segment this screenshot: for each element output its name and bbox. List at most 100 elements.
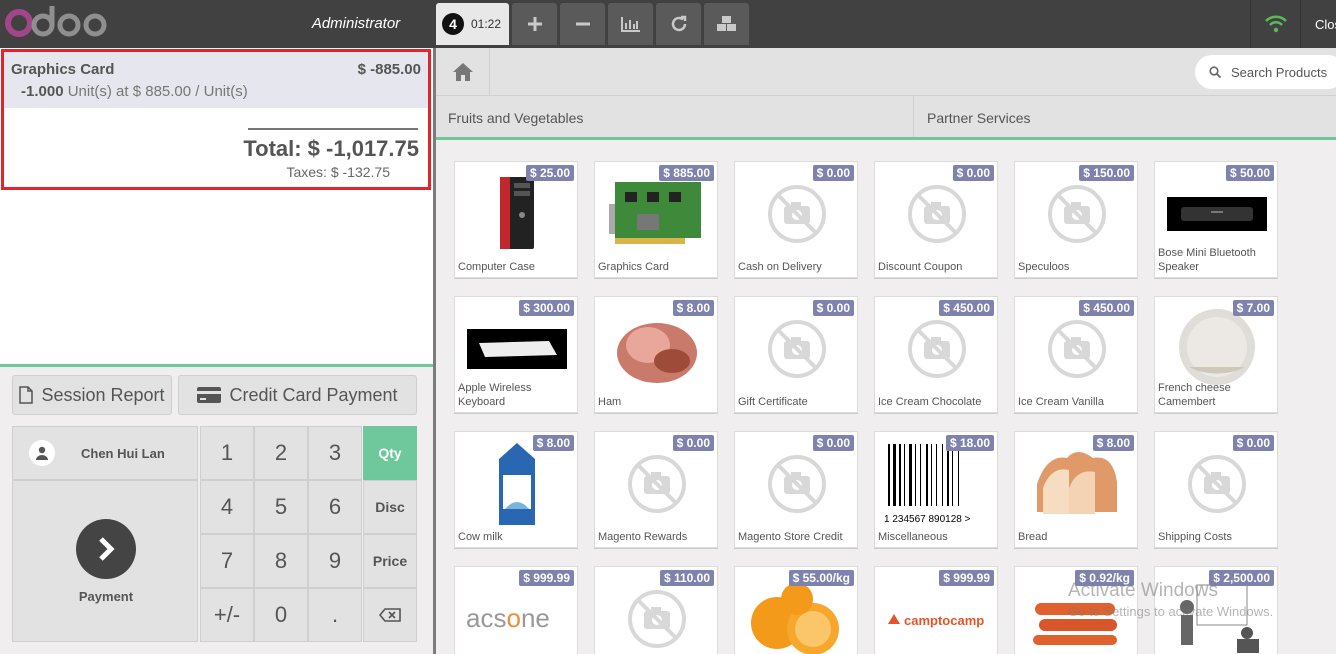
product-price: $ 150.00: [1079, 165, 1134, 181]
product-card[interactable]: $ 0.00 Magento Rewards: [594, 431, 718, 548]
connection-status[interactable]: [1250, 0, 1300, 48]
key-5[interactable]: 5: [254, 480, 308, 534]
product-card[interactable]: $ 885.00 Graphics Card: [594, 161, 718, 278]
mode-qty-button[interactable]: Qty: [363, 426, 417, 480]
customer-button[interactable]: Chen Hui Lan: [12, 426, 198, 480]
order-time: 01:22: [471, 17, 502, 31]
backspace-button[interactable]: [363, 588, 417, 642]
key-1[interactable]: 1: [200, 426, 254, 480]
product-name: Ham: [598, 396, 622, 408]
order-line-qty: -1.000: [21, 83, 64, 100]
product-card[interactable]: camptocamp $ 999.99: [874, 566, 998, 654]
product-card[interactable]: $ 300.00 Apple Wireless Keyboard: [454, 296, 578, 413]
product-name: Computer Case: [458, 261, 536, 273]
product-card[interactable]: $ 8.00 Cow milk: [454, 431, 578, 548]
new-order-button[interactable]: [512, 3, 557, 45]
product-image: [735, 577, 857, 654]
product-price: $ 55.00/kg: [788, 570, 854, 586]
key-6[interactable]: 6: [308, 480, 362, 534]
product-price: $ 999.99: [519, 570, 574, 586]
category-bar: Fruits and Vegetables Partner Services: [436, 96, 1336, 140]
product-card[interactable]: $ 50.00 Bose Mini Bluetooth Speaker: [1154, 161, 1278, 278]
product-name: Bread: [1018, 531, 1048, 543]
mode-disc-button[interactable]: Disc: [363, 480, 417, 534]
product-name: Magento Store Credit: [738, 531, 843, 543]
no-image-icon: [875, 307, 997, 391]
order-tab[interactable]: 4 01:22: [436, 3, 509, 45]
product-name: Miscellaneous: [878, 531, 948, 543]
product-image: [595, 307, 717, 391]
order-line[interactable]: Graphics Card $ -885.00 -1.000 Unit(s) a…: [4, 52, 428, 108]
refresh-icon: [671, 15, 686, 32]
product-image: [455, 307, 577, 391]
key-9[interactable]: 9: [308, 534, 362, 588]
key-2[interactable]: 2: [254, 426, 308, 480]
product-name: Ice Cream Vanilla: [1018, 396, 1104, 408]
svg-text:acsone: acsone: [466, 603, 550, 633]
product-price: $ 8.00: [672, 300, 714, 316]
product-card[interactable]: $ 0.00 Gift Certificate: [734, 296, 858, 413]
delete-order-button[interactable]: [560, 3, 605, 45]
home-icon: [452, 63, 473, 81]
odoo-logo: [5, 6, 107, 37]
key-plus-minus[interactable]: +/-: [200, 588, 254, 642]
category-partner-services[interactable]: Partner Services: [915, 96, 1336, 137]
mode-price-button[interactable]: Price: [363, 534, 417, 588]
product-card[interactable]: acsone $ 999.99: [454, 566, 578, 654]
product-name: Gift Certificate: [738, 396, 808, 408]
key-7[interactable]: 7: [200, 534, 254, 588]
credit-card-payment-button[interactable]: Credit Card Payment: [178, 375, 417, 415]
key-dot[interactable]: .: [308, 588, 362, 642]
product-card[interactable]: $ 450.00 Ice Cream Vanilla: [1014, 296, 1138, 413]
product-price: $ 7.00: [1232, 300, 1274, 316]
product-card[interactable]: $ 2,500.00: [1154, 566, 1278, 654]
product-name: Ice Cream Chocolate: [878, 396, 982, 408]
product-price: $ 300.00: [519, 300, 574, 316]
key-0[interactable]: 0: [254, 588, 308, 642]
product-card[interactable]: $ 150.00 Speculoos: [1014, 161, 1138, 278]
cubes-button[interactable]: [704, 3, 749, 45]
product-card[interactable]: $ 8.00 Bread: [1014, 431, 1138, 548]
payment-button[interactable]: Payment: [12, 480, 198, 642]
wifi-icon: [1264, 15, 1287, 33]
product-price: $ 0.92/kg: [1075, 570, 1134, 586]
product-card[interactable]: $ 110.00: [594, 566, 718, 654]
product-card[interactable]: $ 0.00 Cash on Delivery: [734, 161, 858, 278]
product-card[interactable]: $ 0.00 Discount Coupon: [874, 161, 998, 278]
product-card[interactable]: 1 234567 890128 > $ 18.00 Miscellaneous: [874, 431, 998, 548]
product-image: [1015, 577, 1137, 654]
product-card[interactable]: $ 0.00 Shipping Costs: [1154, 431, 1278, 548]
key-8[interactable]: 8: [254, 534, 308, 588]
refresh-button[interactable]: [656, 3, 701, 45]
product-name: Bose Mini Bluetooth Speaker: [1158, 247, 1256, 273]
category-fruits-vegetables[interactable]: Fruits and Vegetables: [436, 96, 913, 137]
minus-icon: [575, 22, 590, 26]
session-report-button[interactable]: Session Report: [12, 375, 172, 415]
key-3[interactable]: 3: [308, 426, 362, 480]
category-divider: [913, 96, 914, 137]
order-number-badge: 4: [442, 13, 464, 35]
product-price: $ 50.00: [1225, 165, 1274, 181]
search-input[interactable]: Search Products: [1195, 55, 1336, 89]
product-card[interactable]: $ 0.00 Magento Store Credit: [734, 431, 858, 548]
product-image: [1015, 442, 1137, 526]
product-card[interactable]: $ 8.00 Ham: [594, 296, 718, 413]
product-card[interactable]: $ 450.00 Ice Cream Chocolate: [874, 296, 998, 413]
chart-button[interactable]: [608, 3, 653, 45]
product-card[interactable]: $ 7.00 French cheese Camembert: [1154, 296, 1278, 413]
no-image-icon: [595, 442, 717, 526]
product-card[interactable]: $ 55.00/kg: [734, 566, 858, 654]
order-line-detail: -1.000 Unit(s) at $ 885.00 / Unit(s): [21, 83, 248, 100]
close-button[interactable]: Close: [1300, 0, 1336, 48]
product-image: [595, 172, 717, 256]
product-card[interactable]: $ 25.00 Computer Case: [454, 161, 578, 278]
customer-name: Chen Hui Lan: [81, 445, 165, 461]
summary-divider: [248, 128, 418, 130]
home-button[interactable]: [436, 48, 490, 96]
user-name[interactable]: Administrator: [300, 15, 412, 32]
session-report-label: Session Report: [41, 384, 165, 405]
product-card[interactable]: $ 0.92/kg: [1014, 566, 1138, 654]
key-4[interactable]: 4: [200, 480, 254, 534]
order-summary: Graphics Card $ -885.00 -1.000 Unit(s) a…: [1, 49, 431, 190]
product-image: [1155, 307, 1277, 391]
